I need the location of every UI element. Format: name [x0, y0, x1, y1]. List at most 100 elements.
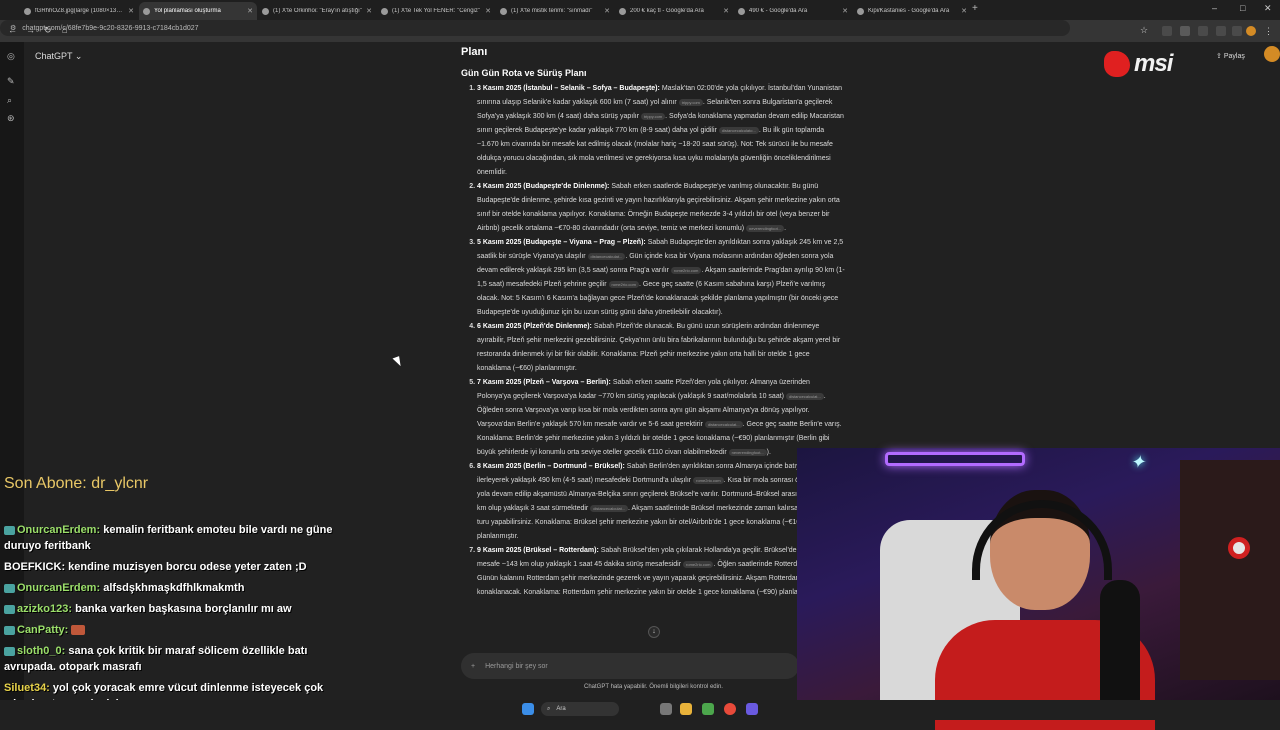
itinerary-item: 4 Kasım 2025 (Budapeşte'de Dinlenme): Sa… [477, 180, 845, 236]
chat-badge-icon [4, 625, 15, 635]
chat-badge-icon [4, 525, 15, 535]
citation-chip[interactable]: neverendingfoot... [746, 224, 785, 232]
tab-favicon-icon [500, 7, 507, 15]
chat-username: azizko123: [17, 603, 73, 615]
citation-chip[interactable]: distancecalculat... [704, 420, 743, 428]
library-icon[interactable]: ⊛ [7, 113, 15, 124]
close-tab-icon[interactable]: ✕ [247, 7, 253, 15]
extension-icon[interactable] [1180, 26, 1190, 36]
windows-start-icon[interactable] [522, 703, 534, 715]
browser-menu-icon[interactable]: ⋮ [1264, 26, 1273, 37]
sidebar-panel-icon[interactable] [1216, 26, 1226, 36]
close-tab-icon[interactable]: ✕ [366, 7, 372, 15]
citation-chip[interactable]: distancecalculat... [587, 252, 626, 260]
chat-username: sloth0_0: [17, 645, 66, 657]
chat-username: Siluet34: [4, 682, 50, 694]
extensions-puzzle-icon[interactable] [1198, 26, 1208, 36]
itinerary-item: 9 Kasım 2025 (Brüksel – Rotterdam): Saba… [477, 544, 845, 600]
citation-chip[interactable]: neverendingfoot... [728, 448, 767, 456]
day-title: 6 Kasım 2025 (Plzeň'de Dinlenme): [477, 323, 592, 330]
maximize-button[interactable]: □ [1240, 3, 1245, 13]
extension-icon[interactable] [1162, 26, 1172, 36]
citation-chip[interactable]: rome2rio.com [608, 280, 639, 288]
citation-chip[interactable]: trippy.com [678, 98, 703, 106]
close-tab-icon[interactable]: ✕ [961, 7, 967, 15]
browser-tab[interactable]: (1) X'te mistik terimi: "sınmadı" ✕ [496, 2, 614, 20]
itinerary-list: 3 Kasım 2025 (İstanbul – Selanik – Sofya… [461, 82, 845, 600]
browser-tab[interactable]: (1) X'te Tek Yol FENER: "Cengiz" ✕ [377, 2, 495, 20]
user-avatar[interactable] [1264, 46, 1280, 62]
browser-tab[interactable]: (1) X'te Orkinhoi: "Eray'ın atıştığı" ✕ [258, 2, 376, 20]
tab-label: fGRhhOZ8.jpg(large (1080×1350)) [35, 8, 125, 14]
chat-username: CanPatty: [17, 624, 69, 636]
new-chat-icon[interactable]: ✎ [7, 76, 15, 87]
browser-tab-bar: fGRhhOZ8.jpg(large (1080×1350)) ✕ Yol pla… [0, 0, 1280, 20]
msi-logo: msi [1104, 48, 1200, 80]
close-tab-icon[interactable]: ✕ [604, 7, 610, 15]
tab-favicon-icon [619, 7, 626, 15]
close-tab-icon[interactable]: ✕ [842, 7, 848, 15]
share-button[interactable]: ⇪ Paylaş [1216, 52, 1245, 60]
close-tab-icon[interactable]: ✕ [485, 7, 491, 15]
tab-label: (1) X'te Tek Yol FENER: "Cengiz" [392, 8, 480, 14]
chat-username: OnurcanErdem: [17, 524, 101, 536]
tab-favicon-icon [738, 7, 745, 15]
itinerary-item: 3 Kasım 2025 (İstanbul – Selanik – Sofya… [477, 82, 845, 180]
app-icon[interactable] [702, 703, 714, 715]
citation-chip[interactable]: trippy.com [640, 112, 666, 120]
citation-chip[interactable]: distancecalculat... [785, 392, 824, 400]
citation-chip[interactable]: distancecalculato... [718, 126, 759, 134]
model-selector[interactable]: ChatGPT ⌄ [35, 51, 82, 62]
chat-message: azizko123: banka varken başkasına borçla… [4, 601, 356, 617]
prompt-input[interactable]: + Herhangi bir şey sor [461, 653, 799, 679]
discord-icon[interactable] [746, 703, 758, 715]
profile-avatar[interactable] [1246, 26, 1256, 36]
day-text: . Bu ilk gün toplamda ~1.670 km civarınd… [477, 127, 833, 176]
bookmark-star-icon[interactable]: ☆ [1140, 25, 1148, 36]
close-tab-icon[interactable]: ✕ [723, 7, 729, 15]
browser-tab-active[interactable]: Yol planlaması oluşturma ✕ [139, 2, 257, 20]
plus-icon[interactable]: + [471, 663, 475, 670]
chat-message: CanPatty: [4, 622, 356, 638]
citation-chip[interactable]: distancecalculat... [590, 504, 629, 512]
back-arrow-icon[interactable]: ← [8, 25, 17, 35]
download-icon[interactable] [1232, 26, 1242, 36]
day-title: 9 Kasım 2025 (Brüksel – Rotterdam): [477, 547, 599, 554]
citation-chip[interactable]: rome2rio.com [693, 476, 724, 484]
browser-tab[interactable]: 200 € kaç tl - Google'da Ara ✕ [615, 2, 733, 20]
openai-logo-icon[interactable]: ◎ [7, 51, 15, 62]
tab-favicon-icon [381, 7, 388, 15]
mouse-cursor-icon [392, 356, 403, 368]
day-text: . [784, 225, 787, 232]
browser-tab[interactable]: fGRhhOZ8.jpg(large (1080×1350)) ✕ [20, 2, 138, 20]
task-view-icon[interactable] [660, 703, 672, 715]
itinerary-item: 5 Kasım 2025 (Budapeşte – Viyana – Prag … [477, 236, 845, 320]
close-window-button[interactable]: ✕ [1264, 3, 1272, 14]
disclaimer-text: ChatGPT hata yapabilir. Önemli bilgileri… [584, 684, 723, 690]
close-tab-icon[interactable]: ✕ [128, 7, 134, 15]
chat-username: OnurcanErdem: [17, 582, 101, 594]
url-field[interactable]: ⚙ chatgpt.com/c/68fe7b9e-9c20-8326-9913-… [0, 20, 1070, 36]
chevron-down-icon: ⌄ [74, 51, 83, 61]
tab-label: 490 € - Google'da Ara [749, 8, 808, 14]
search-icon[interactable]: ⌕ [7, 95, 12, 106]
citation-chip[interactable]: rome2rio.com [683, 560, 714, 568]
browser-tab[interactable]: 490 € - Google'da Ara ✕ [734, 2, 852, 20]
file-explorer-icon[interactable] [680, 703, 692, 715]
taskbar-search[interactable]: ⌕ Ara [541, 702, 619, 716]
minimize-button[interactable]: – [1212, 3, 1217, 13]
chat-message: OnurcanErdem: alfsdşkhmaşkdfhlkmakmth [4, 580, 356, 596]
forward-arrow-icon[interactable]: → [26, 25, 35, 35]
citation-chip[interactable]: rome2rio.com [670, 266, 702, 274]
reload-icon[interactable]: ↻ [44, 25, 52, 36]
home-icon[interactable]: ⌂ [62, 25, 67, 35]
browser-tab[interactable]: Kipi/Kastanies - Google'da Ara ✕ [853, 2, 971, 20]
scroll-down-arrow-icon[interactable]: ↓ [648, 626, 660, 638]
new-tab-button[interactable]: + [972, 3, 978, 14]
tab-favicon-icon [143, 7, 150, 15]
day-title: 5 Kasım 2025 (Budapeşte – Viyana – Prag … [477, 239, 646, 246]
response-heading: Planı [461, 46, 488, 58]
chrome-icon[interactable] [724, 703, 736, 715]
day-text: Sabah Plzeň'de olunacak. Bu günü uzun sü… [477, 323, 841, 372]
itinerary-item: 6 Kasım 2025 (Plzeň'de Dinlenme): Sabah … [477, 320, 845, 376]
